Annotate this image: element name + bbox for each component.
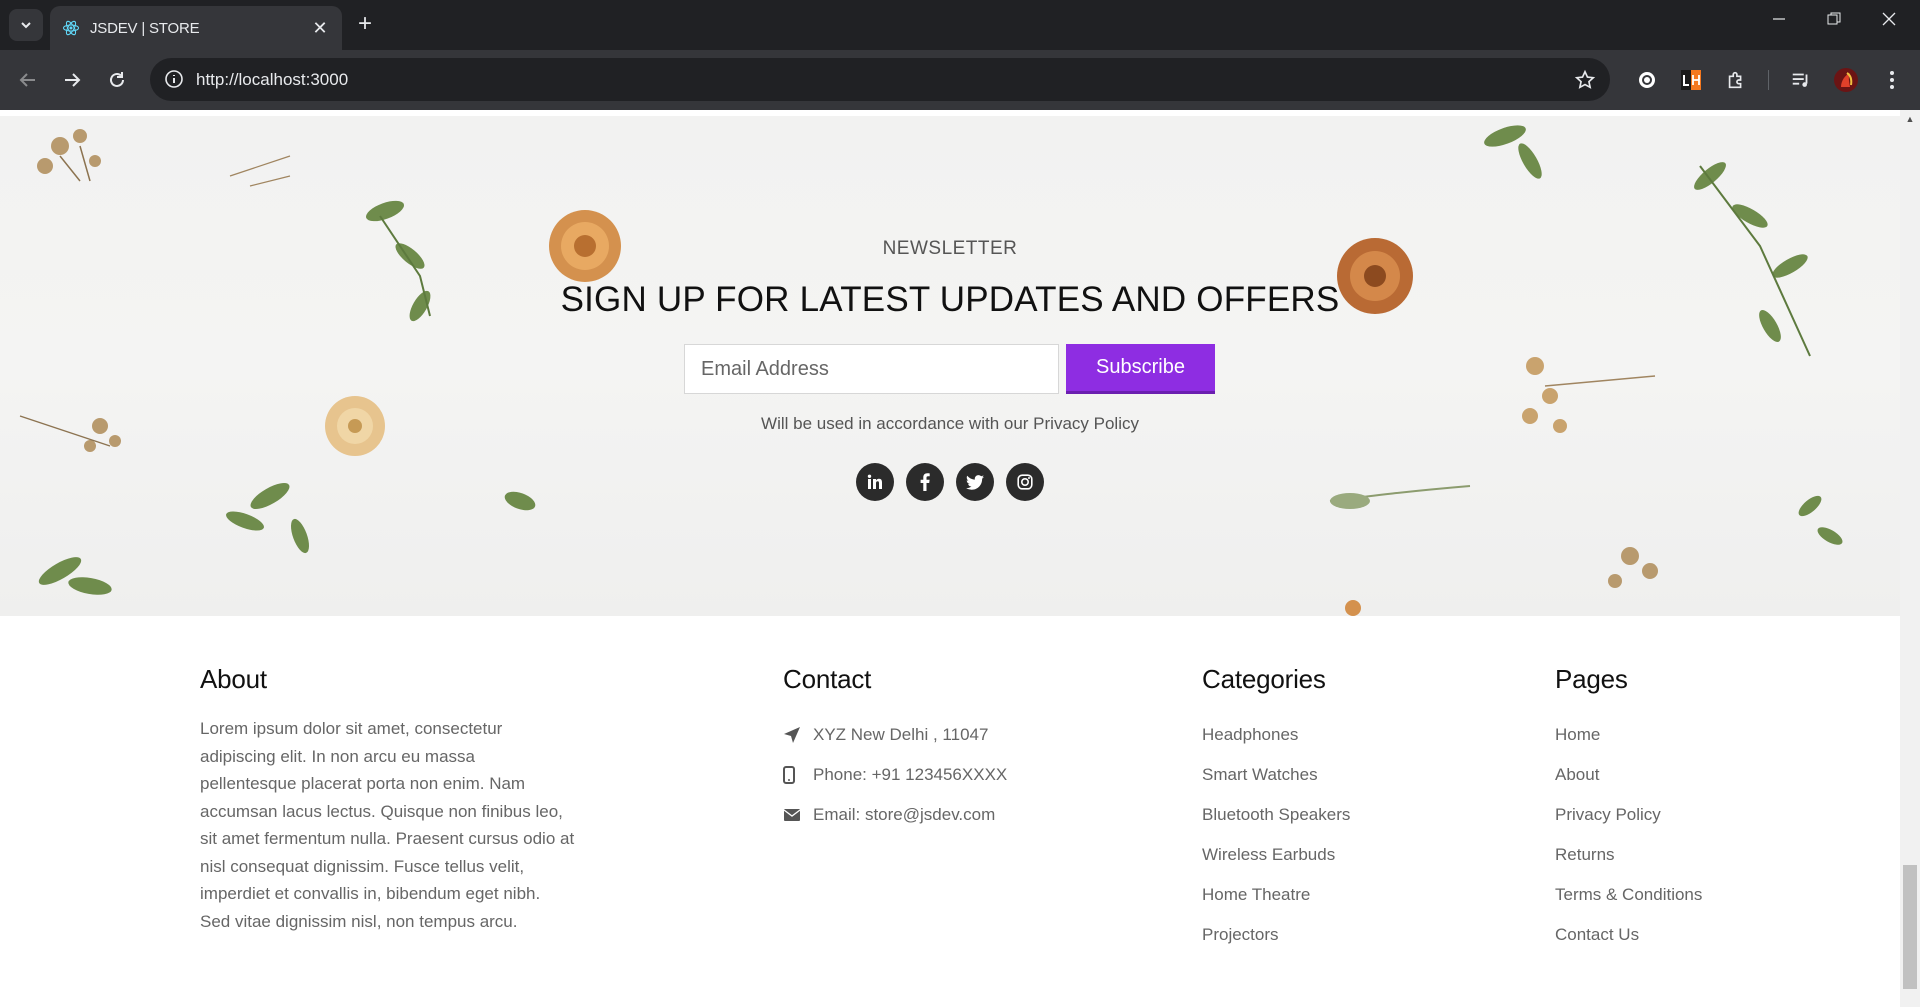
category-link-smart-watches[interactable]: Smart Watches (1202, 755, 1350, 795)
contact-phone: Phone: +91 123456XXXX (783, 755, 1007, 795)
site-info-icon[interactable] (164, 69, 184, 89)
url-text[interactable]: http://localhost:3000 (196, 70, 348, 90)
browser-menu-button[interactable] (1878, 66, 1906, 94)
privacy-note: Will be used in accordance with our Priv… (761, 414, 1139, 433)
forward-button[interactable] (58, 66, 86, 94)
category-link-home-theatre[interactable]: Home Theatre (1202, 875, 1350, 915)
page-link-privacy-policy[interactable]: Privacy Policy (1555, 795, 1702, 835)
extension-button[interactable] (1633, 66, 1661, 94)
chevron-down-icon (21, 22, 31, 29)
social-links (856, 463, 1044, 501)
toolbar-divider (1768, 70, 1769, 90)
reload-button[interactable] (103, 66, 131, 94)
footer-about-text: Lorem ipsum dolor sit amet, consectetur … (200, 719, 575, 931)
tab-search-button[interactable] (9, 9, 43, 41)
instagram-icon (1017, 474, 1033, 490)
profile-avatar[interactable] (1832, 66, 1860, 94)
footer-contact-column: Contact XYZ New Delhi , 11047 Phone: +91… (783, 664, 1007, 835)
footer-about-column: About Lorem ipsum dolor sit amet, consec… (200, 664, 575, 935)
page-link-returns[interactable]: Returns (1555, 835, 1702, 875)
address-bar[interactable]: http://localhost:3000 (150, 58, 1610, 101)
newsletter-section: NEWSLETTER SIGN UP FOR LATEST UPDATES AN… (0, 116, 1900, 616)
email-input[interactable] (684, 344, 1059, 394)
page-link-home[interactable]: Home (1555, 715, 1702, 755)
extensions-button[interactable] (1722, 66, 1750, 94)
page-link-contact-us[interactable]: Contact Us (1555, 915, 1702, 955)
react-icon (62, 20, 80, 36)
category-link-projectors[interactable]: Projectors (1202, 915, 1350, 955)
close-window-button[interactable] (1874, 12, 1904, 38)
category-link-headphones[interactable]: Headphones (1202, 715, 1350, 755)
subscribe-button[interactable]: Subscribe (1066, 344, 1215, 394)
instagram-link[interactable] (1006, 463, 1044, 501)
bookmark-star-icon[interactable] (1574, 69, 1596, 91)
scroll-up-arrow-icon[interactable]: ▲ (1903, 114, 1917, 124)
mobile-phone-icon (783, 766, 795, 784)
close-icon (1882, 12, 1896, 26)
lighthouse-extension-button[interactable] (1677, 66, 1705, 94)
more-vert-icon (1890, 71, 1894, 89)
linkedin-link[interactable] (856, 463, 894, 501)
browser-tab[interactable]: JSDEV | STORE ✕ (50, 6, 342, 50)
page-viewport: NEWSLETTER SIGN UP FOR LATEST UPDATES AN… (0, 110, 1900, 1007)
reload-icon (110, 72, 124, 87)
footer-about-title: About (200, 664, 267, 694)
facebook-icon (920, 473, 930, 491)
category-link-wireless-earbuds[interactable]: Wireless Earbuds (1202, 835, 1350, 875)
footer-contact-title: Contact (783, 664, 872, 694)
minimize-icon (1773, 18, 1785, 20)
contact-email-text: Email: store@jsdev.com (813, 805, 996, 824)
site-footer: About Lorem ipsum dolor sit amet, consec… (0, 616, 1900, 1007)
restore-icon (1827, 12, 1841, 25)
footer-pages-title: Pages (1555, 664, 1628, 694)
linkedin-icon (867, 474, 882, 489)
contact-address-text: XYZ New Delhi , 11047 (813, 725, 989, 744)
back-button[interactable] (14, 66, 42, 94)
browser-tab-bar: JSDEV | STORE ✕ + (0, 0, 1920, 50)
extension-circle-icon (1639, 72, 1655, 88)
contact-address: XYZ New Delhi , 11047 (783, 715, 1007, 755)
queue-music-icon (1792, 73, 1808, 87)
arrow-right-icon (65, 73, 81, 87)
tab-title: JSDEV | STORE (90, 19, 200, 37)
arrow-left-icon (19, 73, 35, 87)
footer-categories-title: Categories (1202, 664, 1326, 694)
browser-toolbar: http://localhost:3000 (0, 50, 1920, 110)
newsletter-kicker: NEWSLETTER (882, 238, 1018, 259)
envelope-icon (783, 809, 801, 821)
avatar-icon (1834, 68, 1858, 92)
footer-pages-column: Pages Home About Privacy Policy Returns … (1555, 664, 1702, 955)
contact-email: Email: store@jsdev.com (783, 795, 1007, 835)
minimize-button[interactable] (1764, 12, 1794, 38)
close-tab-icon[interactable]: ✕ (310, 18, 330, 39)
twitter-icon (966, 474, 984, 490)
new-tab-button[interactable]: + (352, 12, 378, 38)
page-link-about[interactable]: About (1555, 755, 1702, 795)
scrollbar-thumb[interactable] (1903, 865, 1917, 989)
page-link-terms[interactable]: Terms & Conditions (1555, 875, 1702, 915)
contact-phone-text: Phone: +91 123456XXXX (813, 765, 1008, 784)
puzzle-icon (1728, 71, 1742, 89)
restore-button[interactable] (1819, 12, 1849, 38)
location-arrow-icon (784, 727, 800, 743)
media-controls-button[interactable] (1787, 66, 1815, 94)
category-link-bluetooth-speakers[interactable]: Bluetooth Speakers (1202, 795, 1350, 835)
newsletter-headline: SIGN UP FOR LATEST UPDATES AND OFFERS (560, 280, 1340, 319)
facebook-link[interactable] (906, 463, 944, 501)
footer-categories-column: Categories Headphones Smart Watches Blue… (1202, 664, 1350, 955)
twitter-link[interactable] (956, 463, 994, 501)
lighthouse-icon (1681, 70, 1701, 90)
